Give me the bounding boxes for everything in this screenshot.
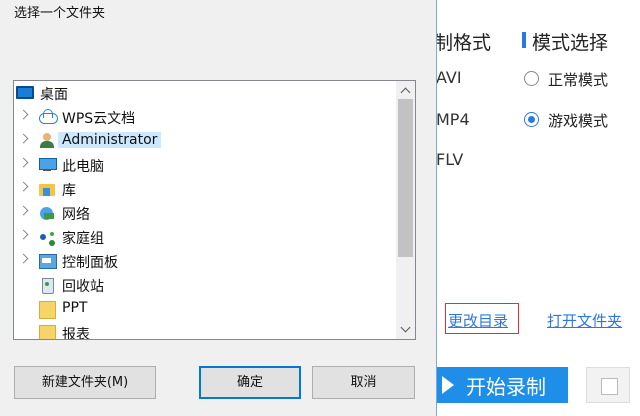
folder-icon <box>38 300 56 319</box>
tree-item-wps-cloud[interactable]: WPS云文档 <box>14 105 396 129</box>
chevron-right-icon[interactable] <box>18 181 29 192</box>
chevron-right-icon[interactable] <box>18 157 29 168</box>
tree-item-control-panel[interactable]: 控制面板 <box>14 249 396 273</box>
tree-item-label: 库 <box>62 183 76 199</box>
ok-button[interactable]: 确定 <box>199 366 301 399</box>
folder-tree[interactable]: 桌面 WPS云文档 Administrator 此电脑 库 网络 家庭组 控制面… <box>13 80 416 340</box>
format-option-flv[interactable]: FLV <box>436 150 463 169</box>
tree-item-this-pc[interactable]: 此电脑 <box>14 153 396 177</box>
tree-item-label: 报表 <box>62 327 90 340</box>
format-option-avi[interactable]: AVI <box>436 68 462 87</box>
chevron-right-icon[interactable] <box>18 229 29 240</box>
stop-button[interactable] <box>586 367 630 403</box>
format-option-mp4[interactable]: MP4 <box>436 110 470 129</box>
tree-item-label: 网络 <box>62 207 90 223</box>
play-icon <box>442 376 454 394</box>
tree-item-libraries[interactable]: 库 <box>14 177 396 201</box>
vertical-scrollbar[interactable] <box>396 81 415 339</box>
chevron-right-icon[interactable] <box>18 205 29 216</box>
mode-header-accent <box>522 32 526 48</box>
game-mode-label[interactable]: 游戏模式 <box>548 110 608 131</box>
change-directory-link[interactable]: 更改目录 <box>448 310 508 331</box>
window-edge <box>436 0 437 416</box>
chevron-right-icon[interactable] <box>18 109 29 120</box>
open-folder-link[interactable]: 打开文件夹 <box>547 310 622 331</box>
tree-item-label: WPS云文档 <box>62 111 136 127</box>
scrollbar-thumb[interactable] <box>398 99 413 257</box>
new-folder-button[interactable]: 新建文件夹(M) <box>14 366 156 399</box>
chevron-right-icon[interactable] <box>18 253 29 264</box>
library-icon <box>38 180 56 197</box>
desktop-icon <box>16 86 34 99</box>
normal-mode-label[interactable]: 正常模式 <box>548 69 608 90</box>
game-mode-radio[interactable] <box>524 112 539 127</box>
tree-item-recycle-bin[interactable]: 回收站 <box>14 273 396 297</box>
tree-item-label: PPT <box>62 300 88 316</box>
tree-item-label: 家庭组 <box>62 231 104 247</box>
tree-item-label: 桌面 <box>40 87 68 103</box>
recorder-app: 制格式 模式选择 AVI MP4 FLV 正常模式 游戏模式 更改目录 打开文件… <box>434 0 640 416</box>
computer-icon <box>38 156 57 173</box>
scroll-down-arrow-icon[interactable] <box>396 321 415 339</box>
tree-item-label: 回收站 <box>62 279 104 295</box>
folder-picker-dialog: 选择一个文件夹 桌面 WPS云文档 Administrator 此电脑 库 网络… <box>0 0 436 416</box>
control-panel-icon <box>38 252 57 269</box>
tree-item-label: 控制面板 <box>62 255 118 271</box>
tree-item-homegroup[interactable]: 家庭组 <box>14 225 396 249</box>
mode-header: 模式选择 <box>532 32 609 54</box>
dialog-title: 选择一个文件夹 <box>14 6 106 21</box>
tree-item-administrator[interactable]: Administrator <box>14 129 396 153</box>
tree-item-desktop[interactable]: 桌面 <box>14 81 396 105</box>
tree-item-reports[interactable]: 报表 <box>14 321 396 340</box>
tree-item-ppt[interactable]: PPT <box>14 297 396 321</box>
chevron-right-icon[interactable] <box>18 133 29 144</box>
network-icon <box>38 204 56 221</box>
user-icon <box>38 132 56 149</box>
folder-icon <box>38 324 56 339</box>
recycle-bin-icon <box>38 276 56 294</box>
homegroup-icon <box>38 228 56 245</box>
tree-item-label: 此电脑 <box>62 159 104 175</box>
normal-mode-radio[interactable] <box>524 71 539 86</box>
format-header: 制格式 <box>434 32 492 54</box>
start-record-label: 开始录制 <box>466 375 546 399</box>
tree-item-label: Administrator <box>58 132 162 148</box>
start-record-button[interactable]: 开始录制 <box>436 367 568 403</box>
cloud-icon <box>38 108 58 125</box>
scroll-up-arrow-icon[interactable] <box>396 81 415 99</box>
cancel-button[interactable]: 取消 <box>312 366 415 399</box>
tree-item-network[interactable]: 网络 <box>14 201 396 225</box>
